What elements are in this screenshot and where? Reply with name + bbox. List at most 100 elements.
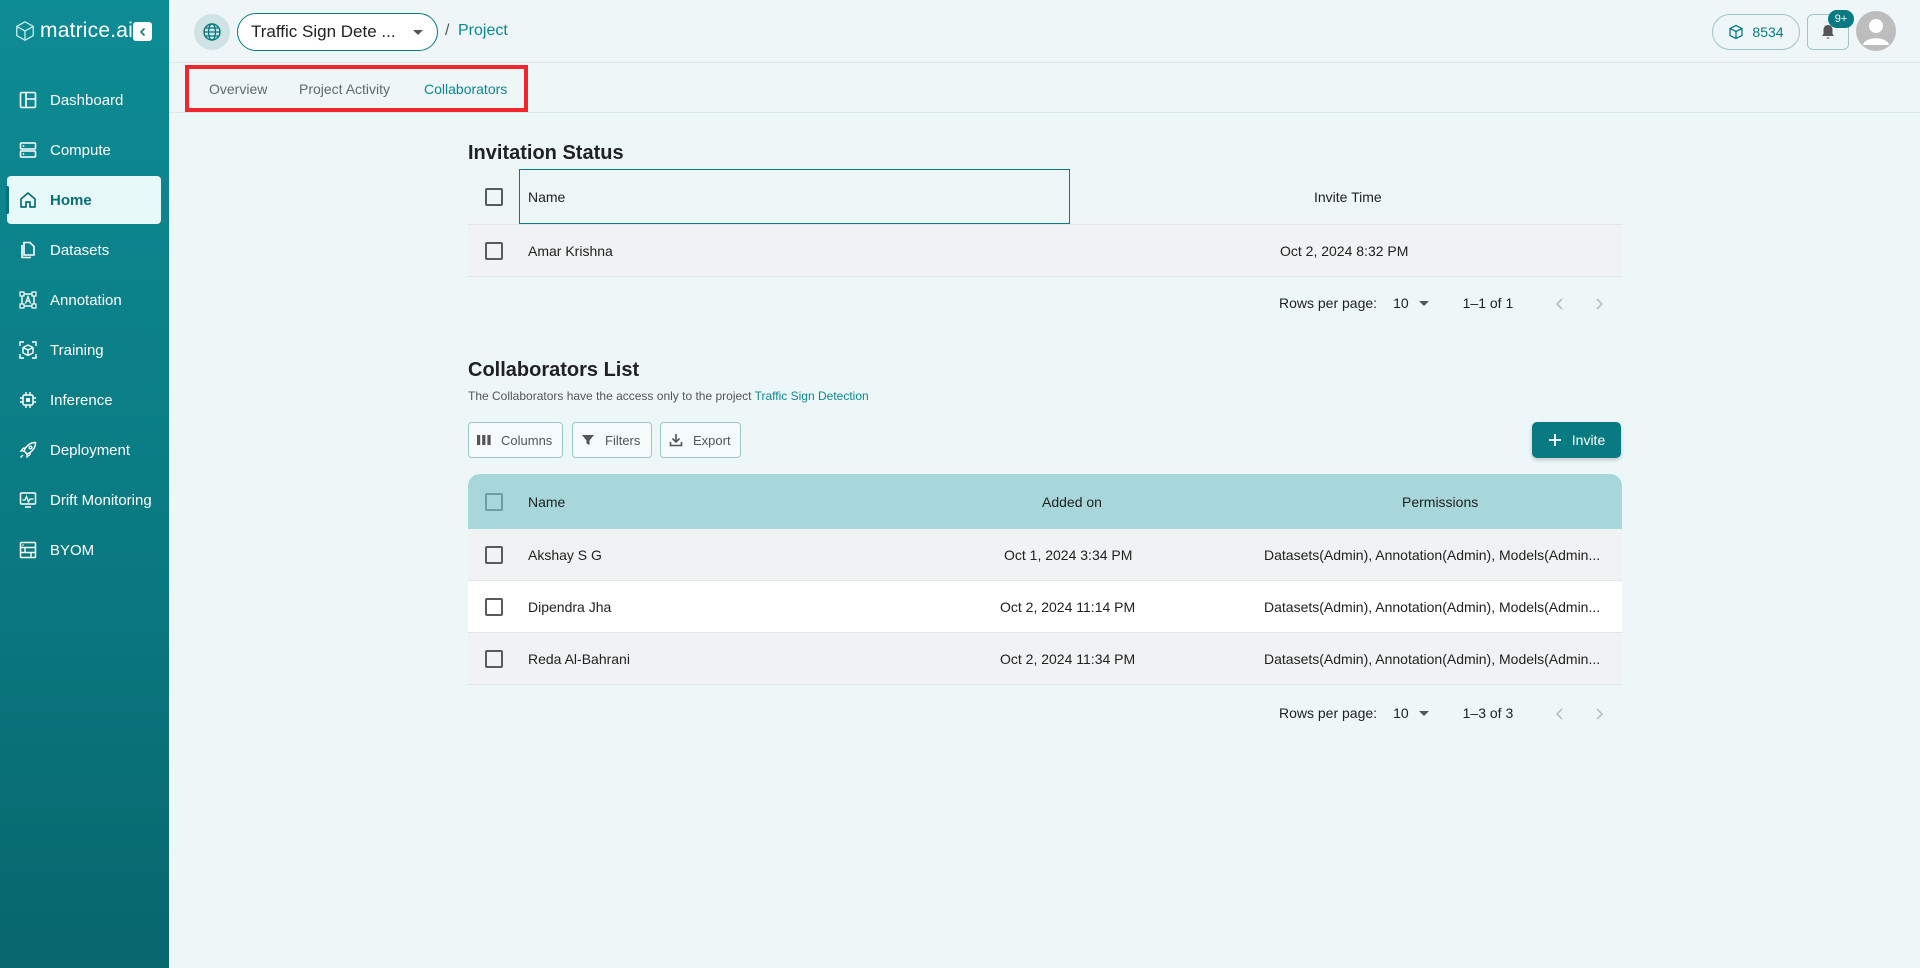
project-tabs: Overview Project Activity Collaborators	[169, 64, 1920, 113]
next-page-button[interactable]	[1589, 704, 1609, 724]
sidebar-item-label: Dashboard	[50, 91, 124, 109]
collaborator-name: Akshay S G	[528, 546, 602, 563]
sidebar-item-datasets[interactable]: Datasets	[7, 226, 161, 274]
logo-cube-icon	[16, 21, 34, 41]
permissions: Datasets(Admin), Annotation(Admin), Mode…	[1264, 546, 1601, 563]
rows-per-page-select[interactable]: 10	[1393, 705, 1429, 721]
row-checkbox[interactable]	[485, 241, 503, 260]
notifications-badge: 9+	[1828, 10, 1854, 28]
added-on: Oct 1, 2024 3:34 PM	[1004, 546, 1133, 563]
sidebar-item-compute[interactable]: Compute	[7, 126, 161, 174]
table-row[interactable]: Amar Krishna Oct 2, 2024 8:32 PM	[468, 225, 1622, 277]
permissions: Datasets(Admin), Annotation(Admin), Mode…	[1264, 598, 1601, 615]
subtitle-text: The Collaborators have the access only t…	[468, 389, 752, 403]
filters-button[interactable]: Filters	[572, 422, 652, 458]
annotation-icon	[17, 289, 39, 311]
export-button[interactable]: Export	[660, 422, 741, 458]
server-icon	[17, 139, 39, 161]
table-row[interactable]: Dipendra Jha Oct 2, 2024 11:14 PM Datase…	[468, 581, 1622, 633]
chip-icon	[17, 389, 39, 411]
sidebar-item-home[interactable]: Home	[6, 176, 161, 224]
project-globe-button[interactable]	[194, 14, 230, 50]
row-checkbox[interactable]	[485, 649, 503, 668]
sidebar-item-deployment[interactable]: Deployment	[7, 426, 161, 474]
invite-time: Oct 2, 2024 8:32 PM	[1280, 242, 1409, 259]
rows-per-page-label: Rows per page:	[1279, 295, 1378, 311]
added-on-column-header[interactable]: Added on	[1042, 494, 1102, 510]
sidebar-item-label: Annotation	[50, 291, 122, 309]
globe-icon	[203, 23, 221, 41]
collaborator-name: Reda Al-Bahrani	[528, 650, 630, 667]
sidebar-item-label: BYOM	[50, 541, 95, 559]
sidebar-item-label: Inference	[50, 391, 113, 409]
next-page-button[interactable]	[1589, 294, 1609, 314]
columns-icon	[477, 435, 491, 445]
invite-button[interactable]: Invite	[1532, 422, 1621, 458]
user-avatar[interactable]	[1856, 11, 1896, 51]
chevron-left-icon	[1555, 708, 1563, 720]
added-on: Oct 2, 2024 11:14 PM	[1000, 598, 1136, 615]
collaborator-name: Dipendra Jha	[528, 598, 612, 615]
sidebar-item-annotation[interactable]: Annotation	[7, 276, 161, 324]
rocket-icon	[17, 439, 39, 461]
sidebar-item-label: Home	[50, 191, 92, 209]
tab-collaborators[interactable]: Collaborators	[424, 81, 507, 97]
table-row[interactable]: Reda Al-Bahrani Oct 2, 2024 11:34 PM Dat…	[468, 633, 1622, 685]
pagination-range: 1–3 of 3	[1462, 705, 1514, 721]
chevron-left-icon	[139, 27, 145, 36]
permissions-column-header[interactable]: Permissions	[1402, 494, 1478, 510]
collaborators-subtitle: The Collaborators have the access only t…	[468, 389, 869, 403]
sidebar: matrice.ai Dashboard Compute Home Datase…	[0, 0, 169, 968]
sidebar-item-byom[interactable]: BYOM	[7, 526, 161, 574]
prev-page-button[interactable]	[1550, 294, 1570, 314]
tab-project-activity[interactable]: Project Activity	[299, 81, 390, 97]
home-icon	[17, 189, 39, 211]
monitor-icon	[17, 489, 39, 511]
rows-per-page-select[interactable]: 10	[1393, 295, 1429, 311]
row-checkbox[interactable]	[485, 597, 503, 616]
top-header: Traffic Sign Dete ... / Project 8534 9+	[169, 0, 1920, 63]
row-checkbox[interactable]	[485, 545, 503, 564]
invite-time-column-header[interactable]: Invite Time	[1314, 189, 1382, 205]
project-select[interactable]: Traffic Sign Dete ...	[237, 13, 438, 51]
caret-down-icon	[1418, 710, 1429, 716]
breadcrumb-separator: /	[445, 22, 450, 39]
rows-per-page-value: 10	[1393, 295, 1409, 311]
brand[interactable]: matrice.ai	[14, 18, 133, 44]
user-icon	[1863, 19, 1889, 45]
credits-button[interactable]: 8534	[1712, 14, 1800, 50]
prev-page-button[interactable]	[1550, 704, 1570, 724]
sidebar-item-label: Drift Monitoring	[50, 491, 152, 509]
files-icon	[17, 239, 39, 261]
collaborators-pagination: Rows per page: 10 1–3 of 3	[1279, 705, 1513, 721]
collapse-sidebar-button[interactable]	[133, 22, 152, 41]
invitation-pagination: Rows per page: 10 1–1 of 1	[1279, 295, 1513, 311]
download-icon	[669, 434, 683, 447]
sidebar-item-training[interactable]: Training	[7, 326, 161, 374]
export-label: Export	[693, 432, 731, 448]
tab-overview[interactable]: Overview	[209, 81, 267, 97]
sidebar-item-label: Datasets	[50, 241, 110, 259]
columns-button[interactable]: Columns	[468, 422, 563, 458]
invitee-name: Amar Krishna	[528, 242, 613, 259]
chevron-right-icon	[1596, 298, 1604, 310]
rows-per-page-value: 10	[1393, 705, 1409, 721]
brand-name: matrice.ai	[40, 19, 134, 42]
name-column-header[interactable]: Name	[519, 169, 1070, 224]
credits-value: 8534	[1752, 24, 1784, 40]
byom-icon	[17, 539, 39, 561]
select-all-checkbox[interactable]	[485, 187, 503, 206]
select-all-checkbox[interactable]	[485, 492, 503, 511]
table-row[interactable]: Akshay S G Oct 1, 2024 3:34 PM Datasets(…	[468, 529, 1622, 581]
chevron-left-icon	[1555, 298, 1563, 310]
project-link[interactable]: Traffic Sign Detection	[755, 389, 869, 403]
permissions: Datasets(Admin), Annotation(Admin), Mode…	[1264, 650, 1601, 667]
breadcrumb-project-link[interactable]: Project	[458, 22, 508, 40]
sidebar-item-inference[interactable]: Inference	[7, 376, 161, 424]
filter-icon	[582, 435, 594, 445]
chevron-right-icon	[1596, 708, 1604, 720]
sidebar-item-dashboard[interactable]: Dashboard	[7, 76, 161, 124]
sidebar-item-drift-monitoring[interactable]: Drift Monitoring	[7, 476, 161, 524]
dashboard-icon	[17, 89, 39, 111]
name-column-header[interactable]: Name	[528, 494, 565, 510]
